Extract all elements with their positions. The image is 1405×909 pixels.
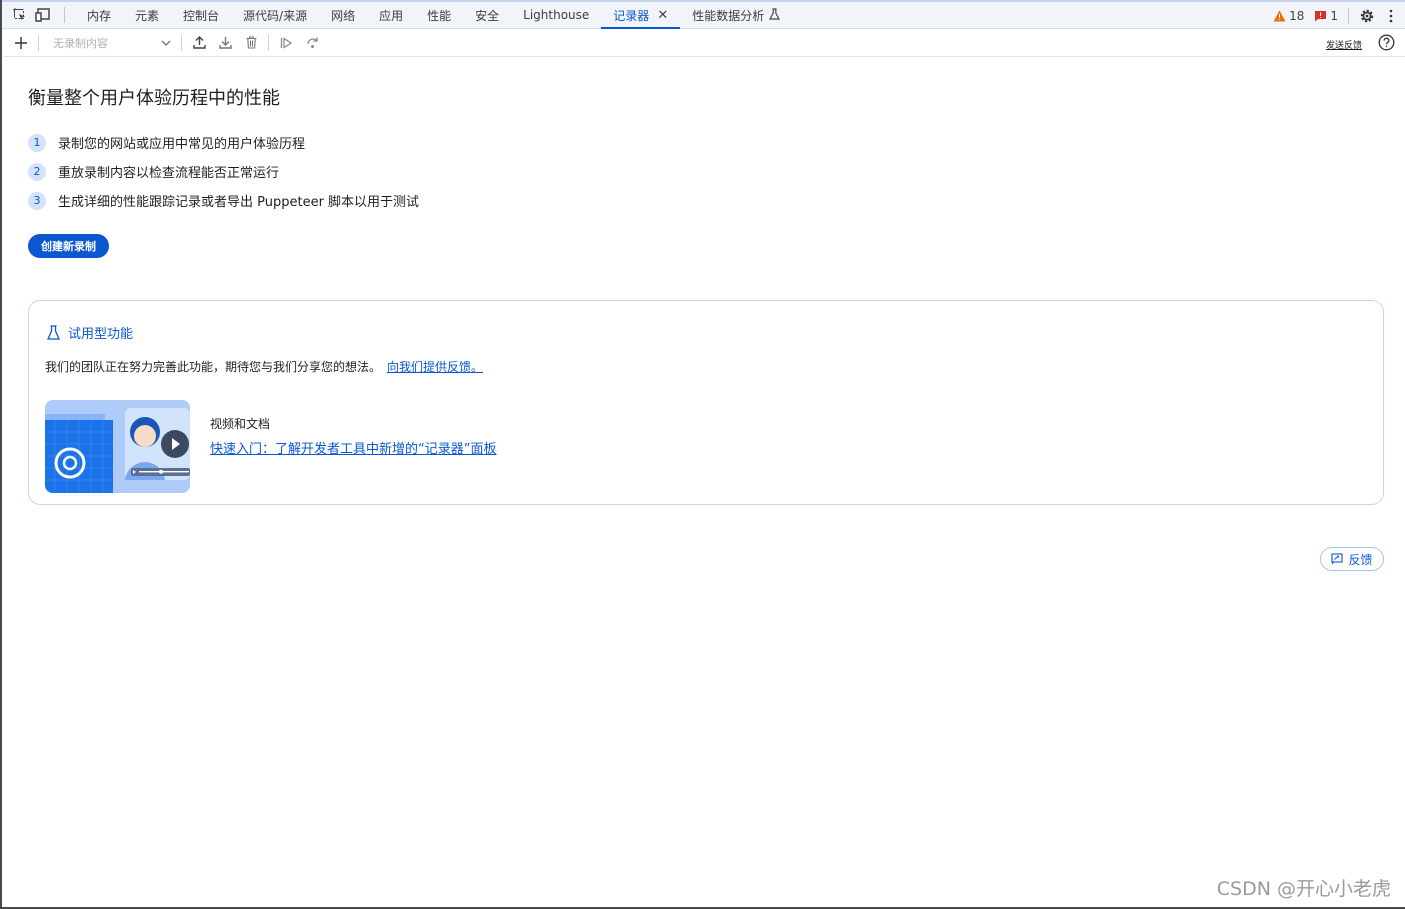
experimental-feature-card: 试用型功能 我们的团队正在努力完善此功能，期待您与我们分享您的想法。 向我们提供反…	[28, 300, 1384, 505]
recording-select-value: 无录制内容	[53, 36, 108, 50]
flask-icon	[47, 325, 60, 340]
replay-step-icon[interactable]	[299, 30, 325, 56]
feedback-icon	[1331, 553, 1344, 565]
add-icon[interactable]	[8, 30, 34, 56]
close-icon[interactable]: ✕	[657, 8, 668, 23]
tab-memory[interactable]: 内存	[75, 2, 123, 29]
video-docs-label: 视频和文档	[210, 417, 271, 431]
quick-start-video-link[interactable]: 快速入门：了解开发者工具中新增的“记录器”面板	[210, 438, 496, 457]
card-title: 试用型功能	[47, 323, 133, 342]
step-text: 录制您的网站或应用中常见的用户体验历程	[58, 137, 306, 152]
tab-network[interactable]: 网络	[319, 2, 367, 29]
export-icon[interactable]	[186, 30, 212, 56]
watermark: CSDN @开心小老虎	[1216, 878, 1391, 900]
panel-tab-bar: 内存 元素 控制台 源代码/来源 网络 应用 性能 安全 Lighthouse …	[2, 0, 1405, 29]
tab-label: 性能数据分析	[692, 8, 765, 23]
errors-count: 1	[1330, 8, 1338, 23]
tab-performance[interactable]: 性能	[415, 2, 463, 29]
settings-gear-icon[interactable]	[1355, 3, 1379, 29]
devtools-window: 内存 元素 控制台 源代码/来源 网络 应用 性能 安全 Lighthouse …	[0, 0, 1405, 909]
tab-label: 元素	[135, 8, 160, 23]
device-toolbar-icon[interactable]	[32, 2, 56, 28]
toolbar-separator	[38, 34, 39, 51]
tab-elements[interactable]: 元素	[123, 2, 171, 29]
tab-sources[interactable]: 源代码/来源	[231, 2, 319, 29]
create-recording-button[interactable]: 创建新录制	[28, 234, 109, 258]
tab-label: 控制台	[183, 8, 220, 23]
feedback-button-label: 反馈	[1348, 552, 1373, 567]
tab-separator	[1348, 7, 1349, 24]
recorder-landing: 衡量整个用户体验历程中的性能 1 录制您的网站或应用中常见的用户体验历程 2 重…	[28, 84, 419, 215]
tab-label: 记录器	[613, 8, 650, 23]
status-area: 18 1	[1273, 2, 1405, 29]
delete-icon[interactable]	[238, 30, 264, 56]
list-item: 1 录制您的网站或应用中常见的用户体验历程	[28, 128, 419, 157]
warnings-count: 18	[1289, 8, 1305, 23]
step-number-badge: 3	[28, 191, 46, 210]
page-title: 衡量整个用户体验历程中的性能	[28, 88, 280, 109]
tab-performance-insights[interactable]: 性能数据分析	[680, 2, 792, 29]
send-feedback-link[interactable]: 发送反馈	[1326, 38, 1362, 51]
errors-badge[interactable]: 1	[1314, 9, 1338, 23]
inspect-element-icon[interactable]	[8, 2, 32, 28]
tab-console[interactable]: 控制台	[171, 2, 231, 29]
tab-label: 性能	[427, 8, 452, 23]
flask-icon	[769, 7, 781, 23]
replay-icon[interactable]	[273, 30, 299, 56]
steps-list: 1 录制您的网站或应用中常见的用户体验历程 2 重放录制内容以检查流程能否正常运…	[28, 128, 419, 215]
tab-recorder[interactable]: 记录器 ✕	[601, 2, 681, 29]
help-icon[interactable]	[1378, 34, 1395, 55]
card-title-text: 试用型功能	[68, 327, 134, 342]
provide-feedback-link[interactable]: 向我们提供反馈。	[387, 360, 483, 374]
error-icon	[1315, 10, 1327, 21]
step-text: 重放录制内容以检查流程能否正常运行	[58, 166, 280, 181]
card-description: 我们的团队正在努力完善此功能，期待您与我们分享您的想法。 向我们提供反馈。	[45, 358, 483, 375]
chevron-down-icon	[161, 36, 171, 49]
feedback-button[interactable]: 反馈	[1320, 547, 1384, 571]
recorder-toolbar: 无录制内容 发送反馈	[4, 29, 1405, 57]
tab-label: 安全	[475, 8, 500, 23]
tab-application[interactable]: 应用	[367, 2, 415, 29]
warnings-badge[interactable]: 18	[1273, 9, 1304, 23]
video-thumbnail[interactable]	[45, 400, 190, 493]
step-number-badge: 2	[28, 162, 46, 181]
tab-label: 内存	[87, 8, 112, 23]
tab-label: Lighthouse	[523, 8, 590, 22]
tab-security[interactable]: 安全	[463, 2, 511, 29]
tab-label: 网络	[331, 8, 356, 23]
tab-separator	[64, 7, 65, 23]
tab-label: 源代码/来源	[243, 8, 308, 23]
list-item: 3 生成详细的性能跟踪记录或者导出 Puppeteer 脚本以用于测试	[28, 186, 419, 215]
warning-icon	[1273, 10, 1286, 21]
import-icon[interactable]	[212, 30, 238, 56]
list-item: 2 重放录制内容以检查流程能否正常运行	[28, 157, 419, 186]
card-description-text: 我们的团队正在努力完善此功能，期待您与我们分享您的想法。	[45, 360, 382, 374]
recording-select[interactable]: 无录制内容	[43, 32, 177, 54]
step-number-badge: 1	[28, 133, 46, 152]
step-text: 生成详细的性能跟踪记录或者导出 Puppeteer 脚本以用于测试	[58, 195, 420, 210]
tab-lighthouse[interactable]: Lighthouse	[511, 2, 601, 29]
more-options-icon[interactable]	[1379, 3, 1403, 29]
toolbar-separator	[268, 34, 269, 51]
tab-label: 应用	[379, 8, 404, 23]
toolbar-separator	[181, 34, 182, 51]
